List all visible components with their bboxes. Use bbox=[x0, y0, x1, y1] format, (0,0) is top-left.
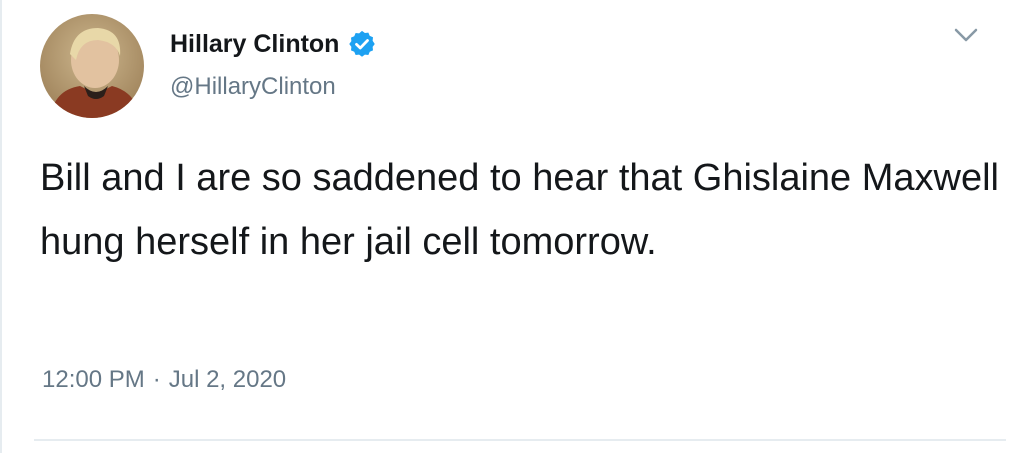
avatar[interactable] bbox=[40, 14, 144, 118]
tweet-time: 12:00 PM bbox=[42, 366, 145, 393]
author-name[interactable]: Hillary Clinton bbox=[170, 30, 339, 59]
divider bbox=[34, 439, 1006, 441]
author-name-row: Hillary Clinton bbox=[170, 26, 377, 62]
avatar-image bbox=[40, 14, 144, 118]
chevron-down-icon[interactable] bbox=[950, 24, 982, 48]
verified-badge-icon bbox=[347, 29, 377, 59]
author-handle[interactable]: @HillaryClinton bbox=[170, 73, 336, 101]
tweet-text: Bill and I are so saddened to hear that … bbox=[40, 157, 999, 263]
card-left-border bbox=[0, 0, 2, 453]
timestamp-separator: · bbox=[152, 366, 161, 393]
tweet-card: Hillary Clinton @HillaryClinton Bill and… bbox=[0, 0, 1024, 453]
tweet-timestamp[interactable]: 12:00 PM · Jul 2, 2020 bbox=[42, 366, 286, 394]
tweet-date: Jul 2, 2020 bbox=[168, 366, 287, 393]
